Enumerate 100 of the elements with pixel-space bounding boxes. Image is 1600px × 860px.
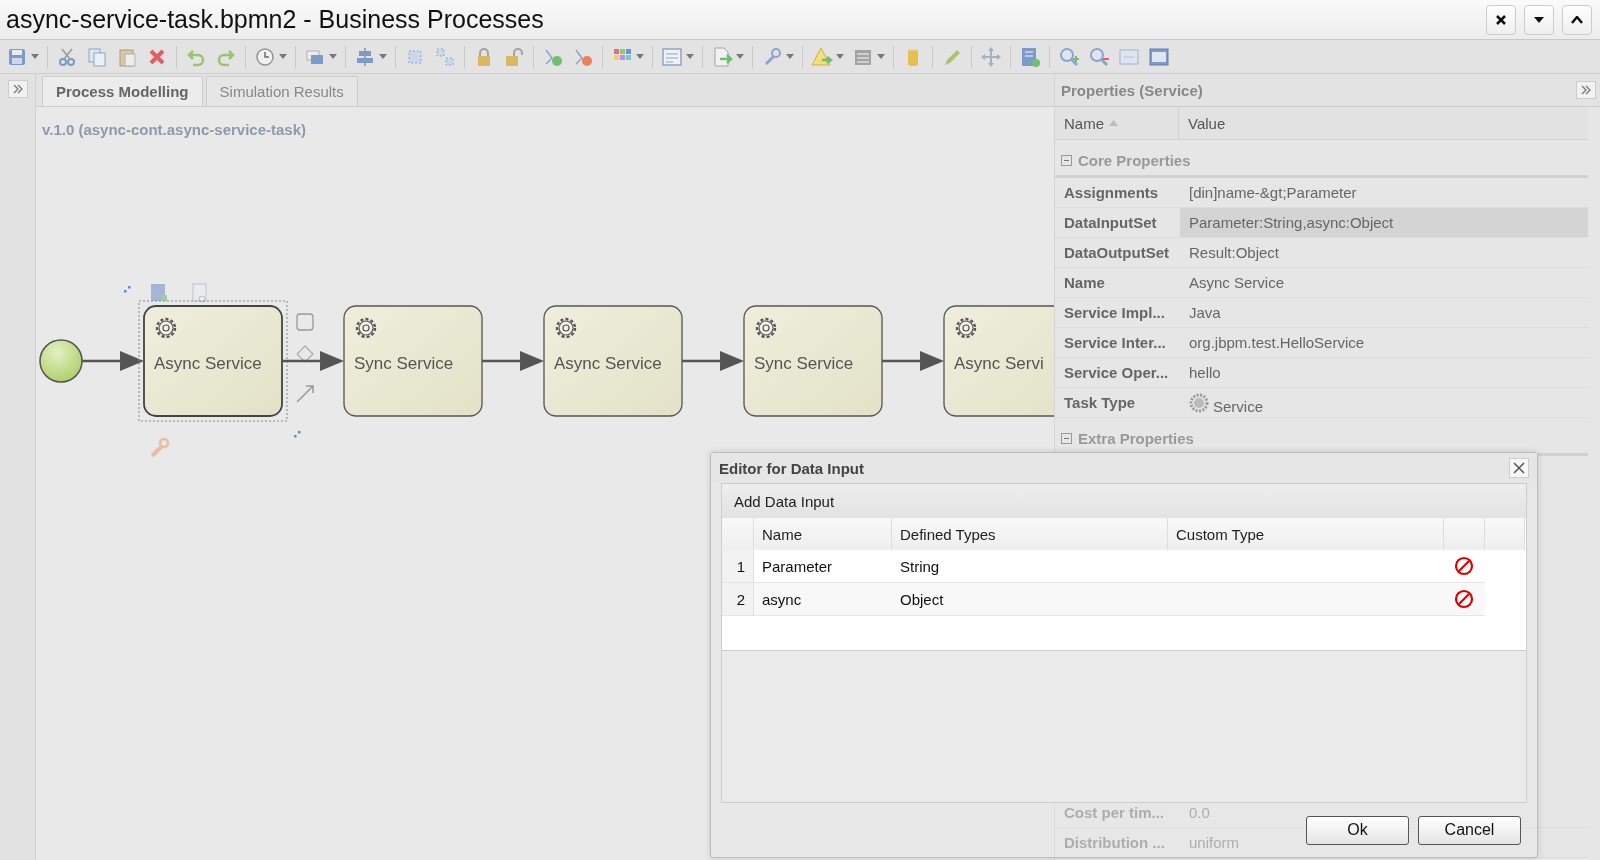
document-icon[interactable] bbox=[151, 284, 167, 301]
table-cell: Object bbox=[892, 583, 1168, 616]
expand-button[interactable] bbox=[7, 80, 28, 98]
property-value[interactable]: Parameter:String,async:Object bbox=[1180, 208, 1588, 237]
ungroup-icon bbox=[434, 45, 456, 68]
table-cell: async bbox=[754, 583, 892, 616]
close-button[interactable] bbox=[1509, 458, 1529, 478]
gear-icon bbox=[355, 317, 377, 339]
version-label: v.1.0 (async-cont.async-service-task) bbox=[42, 121, 307, 138]
task-label: Sync Service bbox=[354, 354, 454, 373]
service-task[interactable] bbox=[343, 305, 483, 417]
close-icon bbox=[1495, 13, 1507, 26]
delete-icon[interactable] bbox=[1454, 556, 1474, 576]
service-task[interactable] bbox=[543, 305, 683, 417]
gear-icon bbox=[955, 317, 977, 339]
task-label: Async Service bbox=[154, 354, 262, 373]
caret-up-icon bbox=[1571, 15, 1583, 24]
tab[interactable]: Process Modelling bbox=[42, 76, 203, 106]
zoom-out-icon bbox=[1088, 45, 1110, 68]
property-name: Service Inter... bbox=[1063, 333, 1167, 353]
panel-title: Properties (Service) bbox=[1061, 81, 1203, 99]
sequence-arrow[interactable] bbox=[682, 351, 744, 371]
sequence-arrow[interactable] bbox=[482, 351, 544, 371]
column-header[interactable]: Custom Type bbox=[1168, 518, 1444, 550]
collapse-button[interactable] bbox=[1562, 4, 1592, 35]
collapse-panel-button[interactable] bbox=[1576, 81, 1596, 99]
property-name: Distribution ... bbox=[1063, 833, 1166, 853]
property-value[interactable]: org.jbpm.test.HelloService bbox=[1180, 328, 1588, 357]
caret-icon bbox=[379, 54, 387, 59]
warning-icon bbox=[811, 45, 833, 68]
close-icon bbox=[1513, 462, 1525, 474]
double-chevron-icon bbox=[12, 84, 23, 94]
property-value[interactable]: hello bbox=[1180, 358, 1588, 387]
column-header[interactable]: Value bbox=[1179, 107, 1588, 139]
window-title: async-service-task.bpmn2 - Business Processes bbox=[6, 5, 544, 34]
caret-icon bbox=[279, 54, 287, 59]
unlock-icon bbox=[503, 45, 525, 68]
export-icon bbox=[711, 45, 733, 68]
dialog-title: Editor for Data Input bbox=[719, 459, 864, 477]
caret-icon bbox=[836, 54, 844, 59]
task-shape-icon[interactable] bbox=[296, 313, 314, 331]
column-header bbox=[1485, 518, 1525, 550]
row-number: 1 bbox=[722, 550, 754, 583]
copy-icon bbox=[86, 45, 108, 68]
dialog-button[interactable]: Cancel bbox=[1418, 815, 1521, 845]
move-icon bbox=[980, 45, 1002, 68]
resize-handle-icon[interactable] bbox=[294, 431, 301, 438]
column-header[interactable]: Name bbox=[1055, 107, 1179, 139]
property-name: Service Oper... bbox=[1063, 363, 1170, 383]
property-name: Name bbox=[1063, 273, 1106, 293]
task-label: Sync Service bbox=[754, 354, 854, 373]
add-document-icon bbox=[1019, 45, 1041, 68]
tab[interactable]: Simulation Results bbox=[205, 76, 358, 106]
task-label: Async Service bbox=[554, 354, 662, 373]
property-name: DataOutputSet bbox=[1063, 243, 1170, 263]
property-name: Service Impl... bbox=[1063, 303, 1166, 323]
dialog-button[interactable]: Ok bbox=[1306, 815, 1409, 845]
section-toggle-icon[interactable] bbox=[1061, 433, 1072, 444]
sequence-arrow[interactable] bbox=[82, 351, 144, 371]
delete-icon[interactable] bbox=[1454, 589, 1474, 609]
gear-icon bbox=[555, 317, 577, 339]
property-name: DataInputSet bbox=[1063, 213, 1158, 233]
column-label: Value bbox=[1188, 114, 1226, 132]
clock-icon bbox=[254, 45, 276, 68]
service-task[interactable] bbox=[943, 305, 1054, 417]
caret-icon bbox=[786, 54, 794, 59]
column-header bbox=[722, 518, 754, 550]
caret-icon bbox=[636, 54, 644, 59]
gateway-shape-icon[interactable] bbox=[296, 345, 314, 363]
caret-icon bbox=[877, 54, 885, 59]
align-icon bbox=[354, 45, 376, 68]
column-label: Name bbox=[1064, 114, 1104, 132]
resize-handle-icon[interactable] bbox=[124, 286, 131, 293]
section-toggle-icon[interactable] bbox=[1061, 155, 1072, 166]
start-event[interactable] bbox=[39, 339, 83, 383]
property-value[interactable]: Service bbox=[1180, 388, 1588, 417]
sequence-arrow[interactable] bbox=[882, 351, 944, 371]
property-value[interactable]: Result:Object bbox=[1180, 238, 1588, 267]
fullscreen-icon bbox=[1148, 45, 1170, 68]
caret-icon bbox=[329, 54, 337, 59]
caret-down-icon bbox=[1533, 15, 1545, 24]
sequence-arrow[interactable] bbox=[282, 351, 344, 371]
gear-icon bbox=[155, 317, 177, 339]
property-name: Cost per tim... bbox=[1063, 803, 1165, 823]
double-chevron-icon bbox=[1581, 85, 1591, 95]
column-header[interactable]: Defined Types bbox=[892, 518, 1168, 550]
gear-icon bbox=[755, 317, 777, 339]
caret-icon bbox=[736, 54, 744, 59]
dropdown-button[interactable] bbox=[1524, 4, 1554, 35]
property-value[interactable]: Async Service bbox=[1180, 268, 1588, 297]
gear-icon bbox=[1189, 392, 1209, 413]
property-name: Assignments bbox=[1063, 183, 1160, 203]
connector-arrow-icon[interactable] bbox=[296, 385, 314, 403]
row-number: 2 bbox=[722, 583, 754, 616]
property-value[interactable]: Java bbox=[1180, 298, 1588, 327]
close-button[interactable] bbox=[1486, 4, 1516, 35]
service-task[interactable] bbox=[743, 305, 883, 417]
property-name: Task Type bbox=[1063, 393, 1137, 413]
column-header[interactable]: Name bbox=[754, 518, 892, 550]
property-value[interactable]: [din]name-&gt;Parameter bbox=[1180, 178, 1588, 207]
